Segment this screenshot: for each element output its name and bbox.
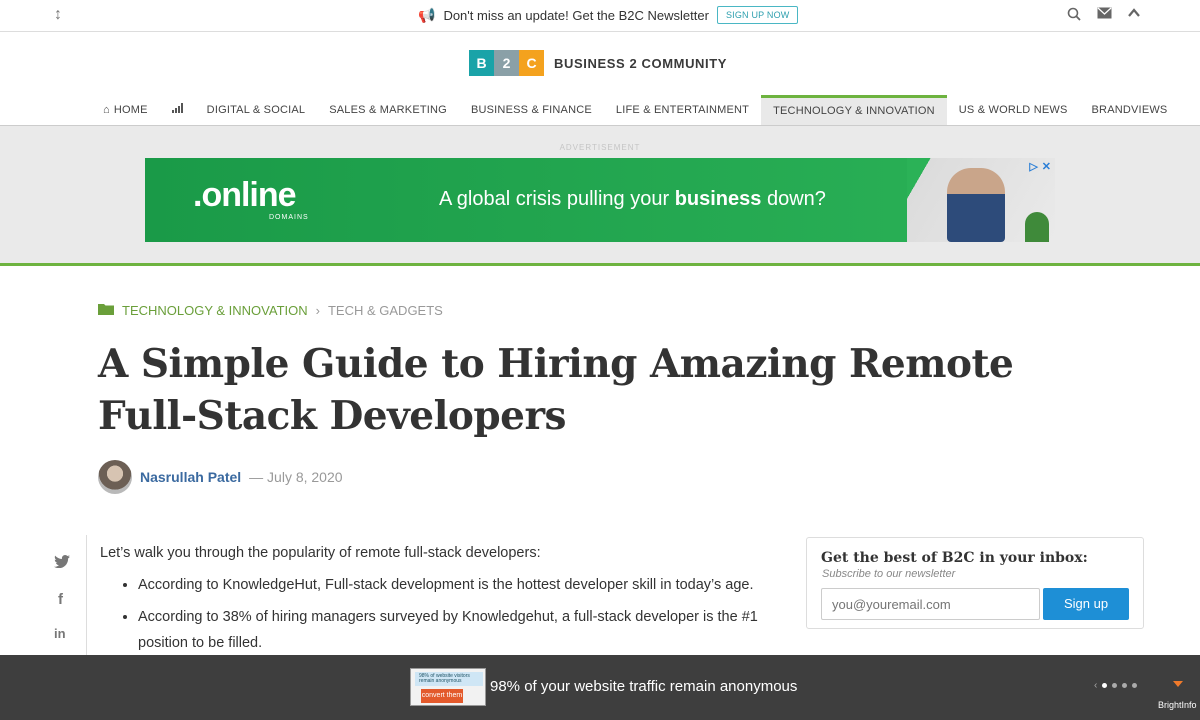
ad-tagline-pre: A global crisis pulling your bbox=[439, 188, 675, 210]
ad-tagline: A global crisis pulling your business do… bbox=[439, 188, 826, 211]
ad-banner[interactable]: .online DOMAINS A global crisis pulling … bbox=[145, 158, 1055, 242]
logo-c: C bbox=[519, 50, 544, 76]
list-item: According to KnowledgeHut, Full-stack de… bbox=[138, 572, 780, 598]
mail-icon[interactable] bbox=[1097, 7, 1112, 21]
thumb-caption-text: 98% of website visitors remain anonymous bbox=[419, 673, 470, 684]
logo-2: 2 bbox=[494, 50, 519, 76]
nav-item-sales-marketing[interactable]: SALES & MARKETING bbox=[317, 95, 459, 125]
chevron-up-icon[interactable] bbox=[1128, 7, 1140, 21]
adchoices-icon[interactable]: ▷ bbox=[1029, 160, 1037, 173]
main-nav: ⌂ HOME DIGITAL & SOCIAL SALES & MARKETING… bbox=[0, 95, 1200, 126]
home-icon: ⌂ bbox=[103, 104, 110, 116]
newsletter-box: Get the best of B2C in your inbox: Subsc… bbox=[806, 537, 1144, 629]
byline: Nasrullah Patel — July 8, 2020 bbox=[98, 460, 343, 494]
ad-tagline-bold: business bbox=[674, 188, 762, 210]
nav-item-us-world-news[interactable]: US & WORLD NEWS bbox=[947, 95, 1080, 125]
newsletter-subheading: Subscribe to our newsletter bbox=[822, 568, 956, 580]
signup-now-button[interactable]: SIGN UP NOW bbox=[716, 6, 799, 24]
logo-b: B bbox=[469, 50, 494, 76]
logo-name: BUSINESS 2 COMMUNITY bbox=[554, 55, 728, 71]
carousel-dot[interactable] bbox=[1122, 683, 1128, 688]
ad-controls: ▷ ✕ bbox=[1029, 160, 1051, 173]
megaphone-icon: 📢 bbox=[418, 6, 436, 23]
ad-tagline-post: down? bbox=[761, 188, 826, 210]
nav-item-brandviews[interactable]: BRANDVIEWS bbox=[1080, 95, 1180, 125]
nav-item-home[interactable]: ⌂ HOME bbox=[91, 95, 160, 125]
prev-arrow-icon[interactable]: ‹ bbox=[1094, 680, 1097, 691]
logo-mark: B 2 C bbox=[469, 50, 544, 76]
ad-label: ADVERTISEMENT bbox=[559, 143, 641, 152]
site-logo[interactable]: B 2 C BUSINESS 2 COMMUNITY bbox=[469, 50, 727, 76]
nav-item-charts[interactable] bbox=[160, 95, 195, 125]
linkedin-icon[interactable]: in bbox=[54, 626, 70, 641]
carousel-dot[interactable] bbox=[1112, 683, 1118, 688]
promo-thumbnail[interactable]: 98% of website visitors remain anonymous… bbox=[410, 668, 486, 706]
breadcrumb-category[interactable]: TECHNOLOGY & INNOVATION bbox=[122, 303, 308, 318]
resize-icon[interactable]: ↕ bbox=[54, 6, 62, 24]
thumb-button: convert them bbox=[421, 689, 463, 703]
article-title: A Simple Guide to Hiring Amazing Remote … bbox=[98, 341, 1014, 439]
sign-up-button[interactable]: Sign up bbox=[1043, 588, 1129, 620]
brightinfo-footer-bar: 98% of website visitors remain anonymous… bbox=[0, 655, 1200, 720]
ad-brand: .online bbox=[193, 176, 297, 214]
footer-message[interactable]: 98% of your website traffic remain anony… bbox=[490, 678, 797, 695]
newsletter-promo: 📢 Don't miss an update! Get the B2C News… bbox=[418, 6, 799, 24]
divider bbox=[86, 535, 87, 655]
nav-item-technology-innovation[interactable]: TECHNOLOGY & INNOVATION bbox=[761, 95, 947, 125]
ad-band: ADVERTISEMENT .online DOMAINS A global c… bbox=[0, 126, 1200, 266]
breadcrumb-separator-icon: › bbox=[315, 303, 320, 318]
ad-plant-image bbox=[1025, 212, 1049, 242]
breadcrumb: TECHNOLOGY & INNOVATION › TECH & GADGETS bbox=[98, 303, 443, 318]
carousel-dots: ‹ bbox=[1094, 680, 1138, 691]
top-bar: ↕ 📢 Don't miss an update! Get the B2C Ne… bbox=[0, 0, 1200, 32]
promo-text: Don't miss an update! Get the B2C Newsle… bbox=[443, 7, 709, 23]
list-item: According to 38% of hiring managers surv… bbox=[138, 604, 780, 656]
email-field[interactable] bbox=[821, 588, 1040, 620]
search-icon[interactable] bbox=[1067, 7, 1081, 21]
folder-icon bbox=[98, 303, 114, 318]
article-bullets: According to KnowledgeHut, Full-stack de… bbox=[138, 572, 780, 656]
carousel-dot[interactable] bbox=[1102, 683, 1108, 688]
ad-brand-sub: DOMAINS bbox=[269, 214, 309, 221]
nav-item-business-finance[interactable]: BUSINESS & FINANCE bbox=[459, 95, 604, 125]
bar-chart-icon bbox=[171, 103, 183, 116]
article-intro: Let’s walk you through the popularity of… bbox=[100, 545, 541, 561]
newsletter-heading: Get the best of B2C in your inbox: bbox=[821, 550, 1088, 566]
carousel-dot[interactable] bbox=[1132, 683, 1138, 688]
twitter-icon[interactable] bbox=[54, 555, 70, 573]
top-icons bbox=[1067, 7, 1140, 21]
close-ad-icon[interactable]: ✕ bbox=[1042, 160, 1051, 173]
collapse-arrow-icon[interactable] bbox=[1173, 681, 1183, 687]
author-avatar[interactable] bbox=[98, 460, 132, 494]
nav-label: HOME bbox=[113, 104, 148, 116]
ad-person-image bbox=[947, 168, 1005, 242]
brightinfo-label: BrightInfo bbox=[1158, 700, 1197, 710]
publish-date: — July 8, 2020 bbox=[249, 469, 343, 485]
nav-item-life-entertainment[interactable]: LIFE & ENTERTAINMENT bbox=[604, 95, 761, 125]
share-bar: f in bbox=[54, 555, 70, 641]
facebook-icon[interactable]: f bbox=[54, 591, 70, 608]
author-name[interactable]: Nasrullah Patel bbox=[140, 469, 241, 485]
nav-item-digital-social[interactable]: DIGITAL & SOCIAL bbox=[195, 95, 318, 125]
article-body: Let’s walk you through the popularity of… bbox=[100, 540, 780, 662]
breadcrumb-subcategory[interactable]: TECH & GADGETS bbox=[328, 303, 443, 318]
thumb-caption: 98% of website visitors remain anonymous bbox=[415, 672, 483, 686]
